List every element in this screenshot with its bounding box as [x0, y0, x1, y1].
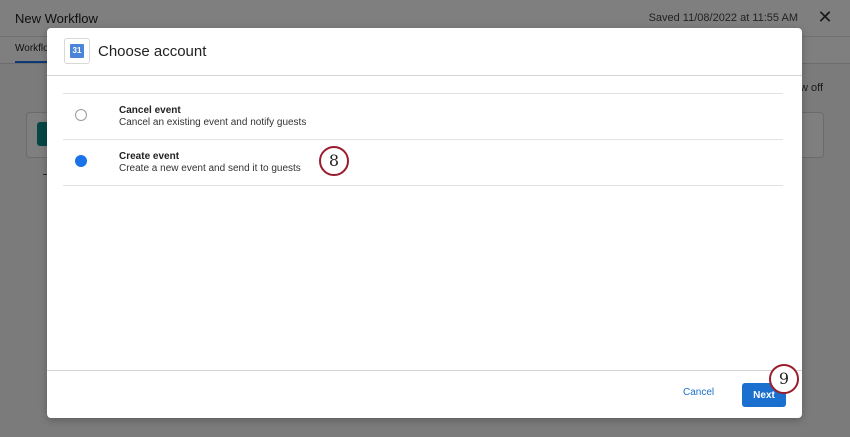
- step-badge-8: 8: [319, 146, 349, 176]
- cancel-button[interactable]: Cancel: [683, 387, 714, 398]
- option-create-event[interactable]: Create event Create a new event and send…: [63, 139, 783, 186]
- option-cancel-event[interactable]: Cancel event Cancel an existing event an…: [63, 93, 783, 139]
- dialog-footer: Cancel Next: [47, 370, 802, 419]
- radio-create-event[interactable]: [75, 155, 87, 167]
- radio-cancel-event[interactable]: [75, 109, 87, 121]
- choose-account-dialog: 31 Choose account Cancel event Cancel an…: [47, 28, 802, 418]
- option-description: Create a new event and send it to guests: [119, 163, 301, 174]
- step-badge-9: 9: [769, 364, 799, 394]
- calendar-icon-date: 31: [70, 44, 84, 58]
- option-description: Cancel an existing event and notify gues…: [119, 117, 307, 128]
- dialog-header: 31 Choose account: [47, 28, 802, 76]
- event-options-list: Cancel event Cancel an existing event an…: [63, 93, 783, 186]
- dialog-title: Choose account: [98, 43, 207, 60]
- option-title: Cancel event: [119, 105, 181, 116]
- option-title: Create event: [119, 151, 180, 162]
- google-calendar-icon: 31: [64, 38, 90, 64]
